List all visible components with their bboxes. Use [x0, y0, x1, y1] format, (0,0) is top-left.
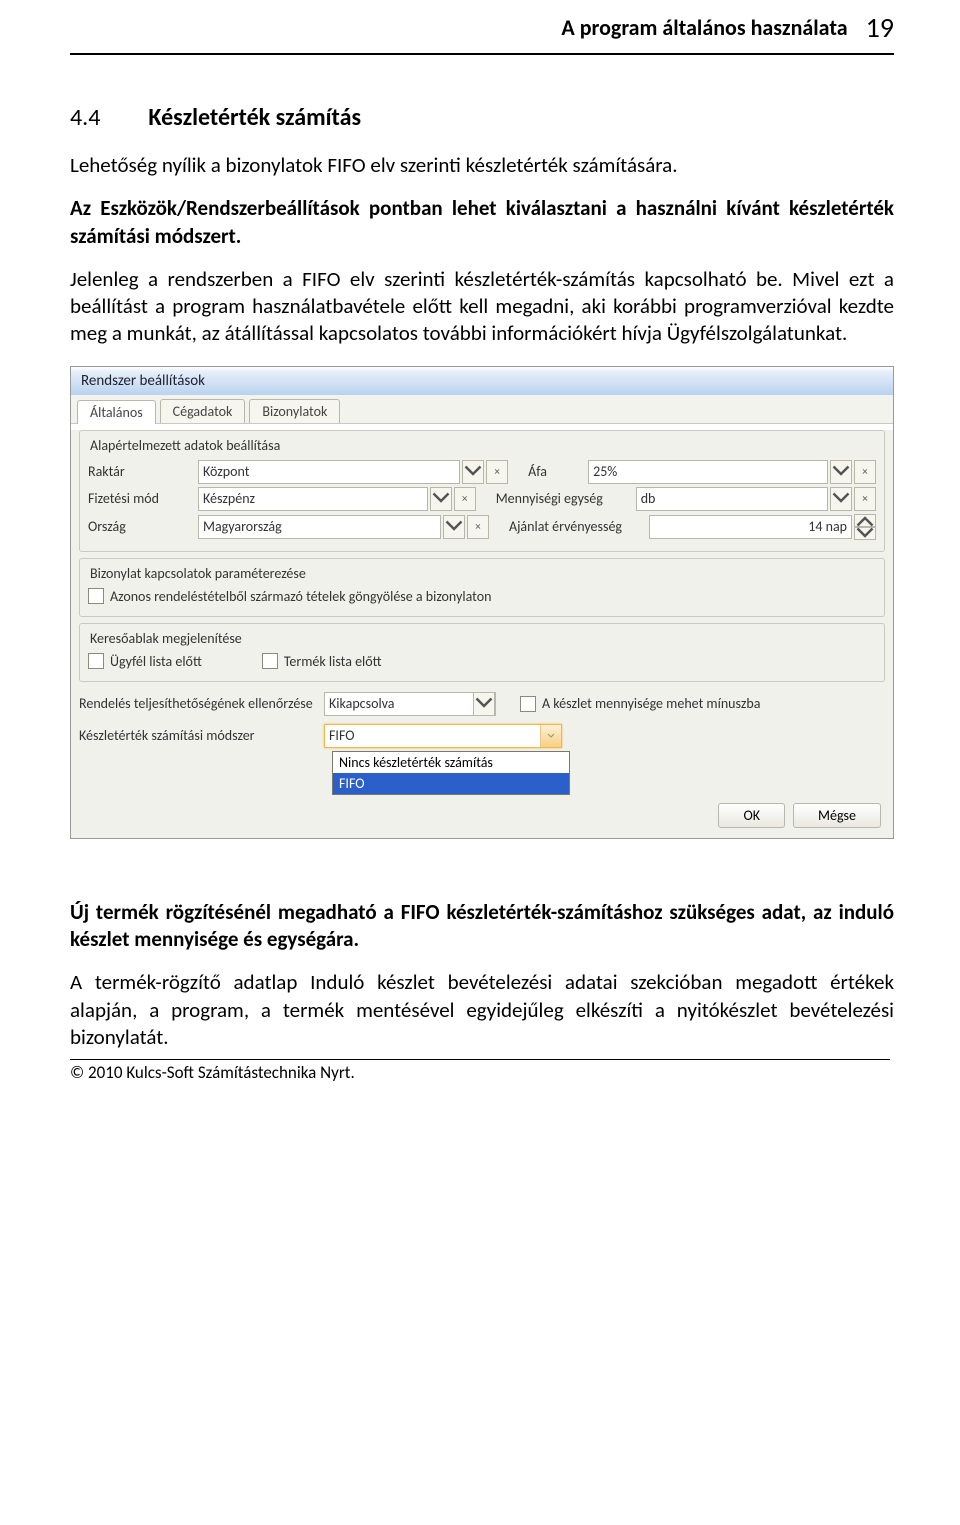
select-rendeles-value: Kikapcsolva	[325, 695, 473, 712]
tab-documents[interactable]: Bizonylatok	[249, 399, 340, 423]
tabstrip: Általános Cégadatok Bizonylatok	[71, 395, 893, 424]
checkbox-gongyoles-label: Azonos rendeléstételből származó tételek…	[110, 588, 491, 605]
input-orszag[interactable]: Magyarország	[198, 515, 441, 539]
label-keszletertek: Készletérték számítási módszer	[79, 727, 324, 744]
label-menny: Mennyiségi egység	[496, 490, 636, 507]
label-ajanlat: Ajánlat érvényesség	[509, 518, 649, 535]
spin-down-button[interactable]	[854, 527, 876, 540]
running-title: A program általános használata	[561, 14, 847, 41]
tab-general[interactable]: Általános	[77, 400, 156, 424]
select-keszletertek-value: FIFO	[325, 727, 540, 744]
checkbox-minusz-label: A készlet mennyisége mehet mínuszba	[542, 695, 760, 712]
select-keszletertek[interactable]: FIFO	[324, 724, 562, 748]
chevron-down-icon[interactable]	[540, 725, 561, 747]
clear-button[interactable]: ×	[454, 487, 476, 511]
label-afa: Áfa	[528, 463, 588, 480]
select-rendeles[interactable]: Kikapcsolva	[324, 692, 496, 716]
group-defaults-title: Alapértelmezett adatok beállítása	[90, 437, 876, 454]
checkbox-termek-label: Termék lista előtt	[284, 653, 382, 670]
paragraph-5: A termék-rögzítő adatlap Induló készlet …	[70, 969, 894, 1051]
paragraph-1: Lehetőség nyílik a bizonylatok FIFO elv …	[70, 152, 894, 179]
footer-text: © 2010 Kulcs-Soft Számítástechnika Nyrt.	[70, 1062, 890, 1083]
checkbox-ugyfel[interactable]	[88, 653, 104, 669]
input-afa[interactable]: 25%	[588, 460, 828, 484]
paragraph-4: Új termék rögzítésénél megadható a FIFO …	[70, 899, 894, 954]
group-defaults: Alapértelmezett adatok beállítása Raktár…	[79, 430, 885, 552]
input-fizmod[interactable]: Készpénz	[198, 487, 428, 511]
page-number: 19	[866, 10, 894, 45]
group-bizonylat: Bizonylat kapcsolatok paraméterezése Azo…	[79, 558, 885, 617]
tab-company[interactable]: Cégadatok	[160, 399, 246, 423]
settings-window: Rendszer beállítások Általános Cégadatok…	[70, 366, 894, 839]
paragraph-3: Jelenleg a rendszerben a FIFO elv szerin…	[70, 266, 894, 348]
section-title: Készletérték számítás	[148, 103, 361, 132]
paragraph-2: Az Eszközök/Rendszerbeállítások pontban …	[70, 195, 894, 250]
checkbox-minusz[interactable]	[520, 696, 536, 712]
input-menny[interactable]: db	[636, 487, 828, 511]
checkbox-gongyoles[interactable]	[88, 588, 104, 604]
dropdown-button[interactable]	[443, 515, 465, 539]
dropdown-option-fifo[interactable]: FIFO	[333, 773, 569, 794]
dropdown-button[interactable]	[462, 460, 484, 484]
clear-button[interactable]: ×	[854, 460, 876, 484]
label-orszag: Ország	[88, 518, 198, 535]
clear-button[interactable]: ×	[486, 460, 508, 484]
dropdown-list: Nincs készletérték számítás FIFO	[332, 751, 570, 795]
label-fizmod: Fizetési mód	[88, 490, 198, 507]
input-raktar[interactable]: Központ	[198, 460, 460, 484]
chevron-down-icon[interactable]	[473, 692, 495, 716]
group-bizonylat-title: Bizonylat kapcsolatok paraméterezése	[90, 565, 876, 582]
ok-button[interactable]: OK	[718, 803, 785, 828]
section-number: 4.4	[70, 103, 100, 132]
input-ajanlat[interactable]: 14 nap	[649, 515, 852, 539]
label-rendeles: Rendelés teljesíthetőségének ellenőrzése	[79, 695, 324, 712]
header-rule	[70, 53, 894, 55]
group-kereso-title: Keresőablak megjelenítése	[90, 630, 876, 647]
label-raktar: Raktár	[88, 463, 198, 480]
group-kereso: Keresőablak megjelenítése Ügyfél lista e…	[79, 623, 885, 682]
dropdown-option-none[interactable]: Nincs készletérték számítás	[333, 752, 569, 773]
dropdown-button[interactable]	[830, 460, 852, 484]
checkbox-ugyfel-label: Ügyfél lista előtt	[110, 653, 202, 670]
dropdown-button[interactable]	[430, 487, 452, 511]
cancel-button[interactable]: Mégse	[793, 803, 881, 828]
footer-rule	[70, 1059, 890, 1060]
clear-button[interactable]: ×	[467, 515, 489, 539]
dropdown-button[interactable]	[830, 487, 852, 511]
clear-button[interactable]: ×	[854, 487, 876, 511]
window-title: Rendszer beállítások	[71, 367, 893, 395]
checkbox-termek[interactable]	[262, 653, 278, 669]
